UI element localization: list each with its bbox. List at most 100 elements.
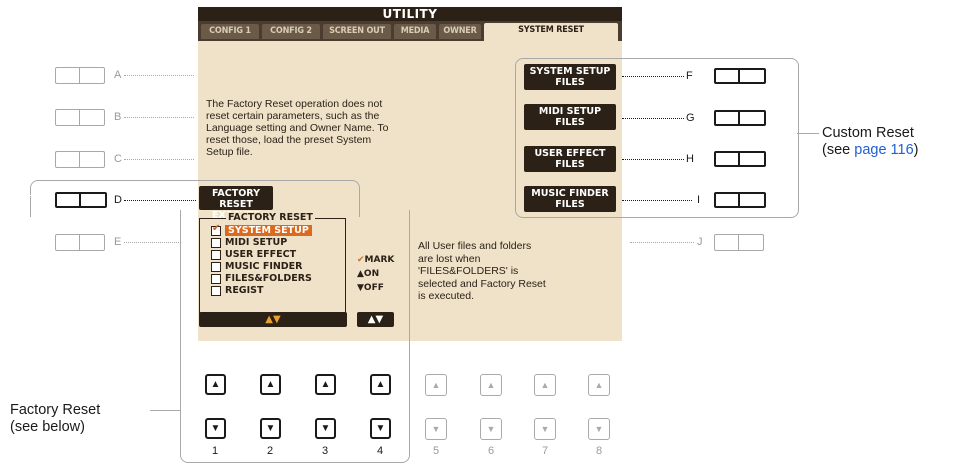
down-triangle-icon: ▼ — [431, 424, 441, 434]
panel-button-b[interactable] — [55, 109, 105, 126]
panel-button-c[interactable] — [55, 151, 105, 168]
down-triangle-icon: ▼ — [320, 423, 331, 434]
info-line: The Factory Reset operation does not — [206, 98, 383, 110]
leader-dots — [124, 117, 194, 118]
panel-button-f[interactable] — [714, 68, 766, 84]
panel-letter-c: C — [114, 153, 122, 165]
panel-letter-d: D — [114, 194, 122, 206]
panel-button-a[interactable] — [55, 67, 105, 84]
tab-owner[interactable]: OWNER — [439, 24, 481, 39]
warning-line: selected and Factory Reset — [418, 277, 546, 290]
leader-dots — [622, 76, 684, 77]
button-number-7: 7 — [541, 445, 549, 457]
button-number-8: 8 — [595, 445, 603, 457]
panel-button-e[interactable] — [55, 234, 105, 251]
panel-button-j[interactable] — [714, 234, 764, 251]
up-triangle-icon: ▲ — [486, 380, 496, 390]
leader-dots — [124, 159, 194, 160]
button-number-5: 5 — [432, 445, 440, 457]
down-button-1[interactable]: ▼ — [205, 418, 226, 439]
down-triangle-icon: ▼ — [375, 423, 386, 434]
up-triangle-icon: ▲ — [210, 379, 221, 390]
see-text: (see — [822, 142, 855, 158]
leader-dots — [124, 242, 179, 243]
down-triangle-icon: ▼ — [210, 423, 221, 434]
up-triangle-icon: ▲ — [265, 379, 276, 390]
down-button-4[interactable]: ▼ — [370, 418, 391, 439]
leader-dots — [630, 242, 694, 243]
tab-config-1[interactable]: CONFIG 1 — [201, 24, 259, 39]
button-number-1: 1 — [211, 445, 219, 457]
info-line: reset those, load the preset System — [206, 134, 372, 146]
custom-reset-leader — [797, 133, 819, 134]
warning-text: All User files and folders are lost when… — [418, 240, 546, 303]
warning-line: is executed. — [418, 290, 475, 302]
panel-letter-g: G — [686, 112, 695, 124]
page-link[interactable]: page 116 — [854, 142, 913, 158]
panel-button-h[interactable] — [714, 151, 766, 167]
up-button-6[interactable]: ▲ — [480, 374, 502, 396]
leader-dots — [124, 75, 194, 76]
tab-screen-out[interactable]: SCREEN OUT — [323, 24, 391, 39]
panel-letter-j: J — [697, 236, 703, 248]
panel-letter-a: A — [114, 69, 122, 81]
info-line: Language setting and Owner Name. To — [206, 122, 389, 134]
down-button-7[interactable]: ▼ — [534, 418, 556, 440]
info-text: The Factory Reset operation does not res… — [206, 98, 389, 158]
tab-media[interactable]: MEDIA — [394, 24, 436, 39]
up-button-2[interactable]: ▲ — [260, 374, 281, 395]
factory-reset-title: Factory Reset — [10, 402, 101, 418]
down-triangle-icon: ▼ — [540, 424, 550, 434]
warning-line: 'FILES&FOLDERS' is — [418, 265, 519, 277]
down-button-5[interactable]: ▼ — [425, 418, 447, 440]
info-line: Setup file. — [206, 146, 253, 158]
up-button-3[interactable]: ▲ — [315, 374, 336, 395]
tab-bar: CONFIG 1 CONFIG 2 SCREEN OUT MEDIA OWNER… — [198, 21, 622, 41]
down-triangle-icon: ▼ — [594, 424, 604, 434]
factory-reset-leader — [150, 410, 180, 411]
up-triangle-icon: ▲ — [540, 380, 550, 390]
up-button-4[interactable]: ▲ — [370, 374, 391, 395]
up-triangle-icon: ▲ — [594, 380, 604, 390]
panel-letter-e: E — [114, 236, 122, 248]
panel-button-i[interactable] — [714, 192, 766, 208]
button-number-4: 4 — [376, 445, 384, 457]
down-button-8[interactable]: ▼ — [588, 418, 610, 440]
leader-dots — [622, 118, 684, 119]
button-number-2: 2 — [266, 445, 274, 457]
warning-line: are lost when — [418, 252, 481, 265]
custom-reset-title: Custom Reset — [822, 125, 914, 141]
tab-config-2[interactable]: CONFIG 2 — [262, 24, 320, 39]
warning-line: All User files and folders — [418, 240, 532, 252]
custom-reset-callout: Custom Reset (see page 116) — [822, 125, 919, 159]
down-button-3[interactable]: ▼ — [315, 418, 336, 439]
tab-system-reset[interactable]: SYSTEM RESET — [484, 23, 618, 41]
up-button-8[interactable]: ▲ — [588, 374, 610, 396]
close-paren: ) — [913, 142, 919, 158]
factory-reset-see: (see below) — [10, 419, 85, 435]
panel-letter-h: H — [686, 153, 694, 165]
info-line: reset certain parameters, such as the — [206, 110, 380, 122]
up-triangle-icon: ▲ — [320, 379, 331, 390]
custom-reset-see: (see page 116) — [822, 142, 919, 159]
leader-dots — [124, 200, 196, 201]
up-triangle-icon: ▲ — [431, 380, 441, 390]
up-button-1[interactable]: ▲ — [205, 374, 226, 395]
panel-letter-b: B — [114, 111, 122, 123]
down-button-2[interactable]: ▼ — [260, 418, 281, 439]
up-button-5[interactable]: ▲ — [425, 374, 447, 396]
up-button-7[interactable]: ▲ — [534, 374, 556, 396]
leader-dots — [622, 159, 684, 160]
up-triangle-icon: ▲ — [375, 379, 386, 390]
down-button-6[interactable]: ▼ — [480, 418, 502, 440]
panel-letter-i: I — [697, 194, 701, 206]
panel-button-g[interactable] — [714, 110, 766, 126]
screen-title: UTILITY — [198, 7, 622, 21]
leader-dots — [622, 200, 692, 201]
down-triangle-icon: ▼ — [486, 424, 496, 434]
factory-reset-callout: Factory Reset (see below) — [10, 402, 100, 436]
down-triangle-icon: ▼ — [265, 423, 276, 434]
button-number-6: 6 — [487, 445, 495, 457]
panel-button-d[interactable] — [55, 192, 107, 208]
button-number-3: 3 — [321, 445, 329, 457]
